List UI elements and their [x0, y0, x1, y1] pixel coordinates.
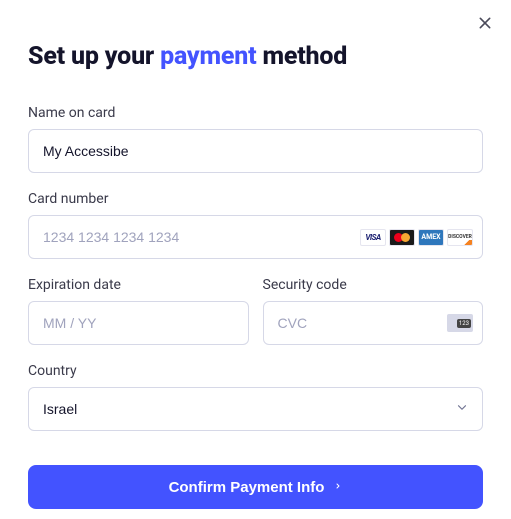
close-button[interactable]: [473, 12, 497, 36]
chevron-right-icon: [334, 479, 342, 496]
visa-icon: VISA: [360, 229, 386, 246]
cvc-icon-digits: 123: [457, 319, 471, 328]
page-title: Set up your payment method: [28, 42, 483, 71]
confirm-button-label: Confirm Payment Info: [169, 479, 325, 496]
title-part2: method: [256, 42, 347, 71]
amex-icon: AMEX: [418, 229, 444, 246]
expiration-label: Expiration date: [28, 277, 249, 293]
expiration-input[interactable]: [28, 301, 249, 345]
card-label: Card number: [28, 191, 483, 207]
mastercard-icon: [389, 229, 415, 246]
name-label: Name on card: [28, 105, 483, 121]
close-icon: [477, 15, 493, 34]
name-input[interactable]: [28, 129, 483, 173]
country-label: Country: [28, 363, 483, 379]
title-part1: Set up your: [28, 42, 160, 71]
cvc-label: Security code: [263, 277, 484, 293]
country-select[interactable]: Israel: [28, 387, 483, 431]
card-brand-icons: VISA AMEX DISCOVER: [360, 229, 473, 246]
title-highlight: payment: [160, 42, 256, 71]
confirm-button[interactable]: Confirm Payment Info: [28, 465, 483, 509]
discover-icon: DISCOVER: [447, 229, 473, 246]
cvc-card-icon: 123: [447, 314, 473, 332]
